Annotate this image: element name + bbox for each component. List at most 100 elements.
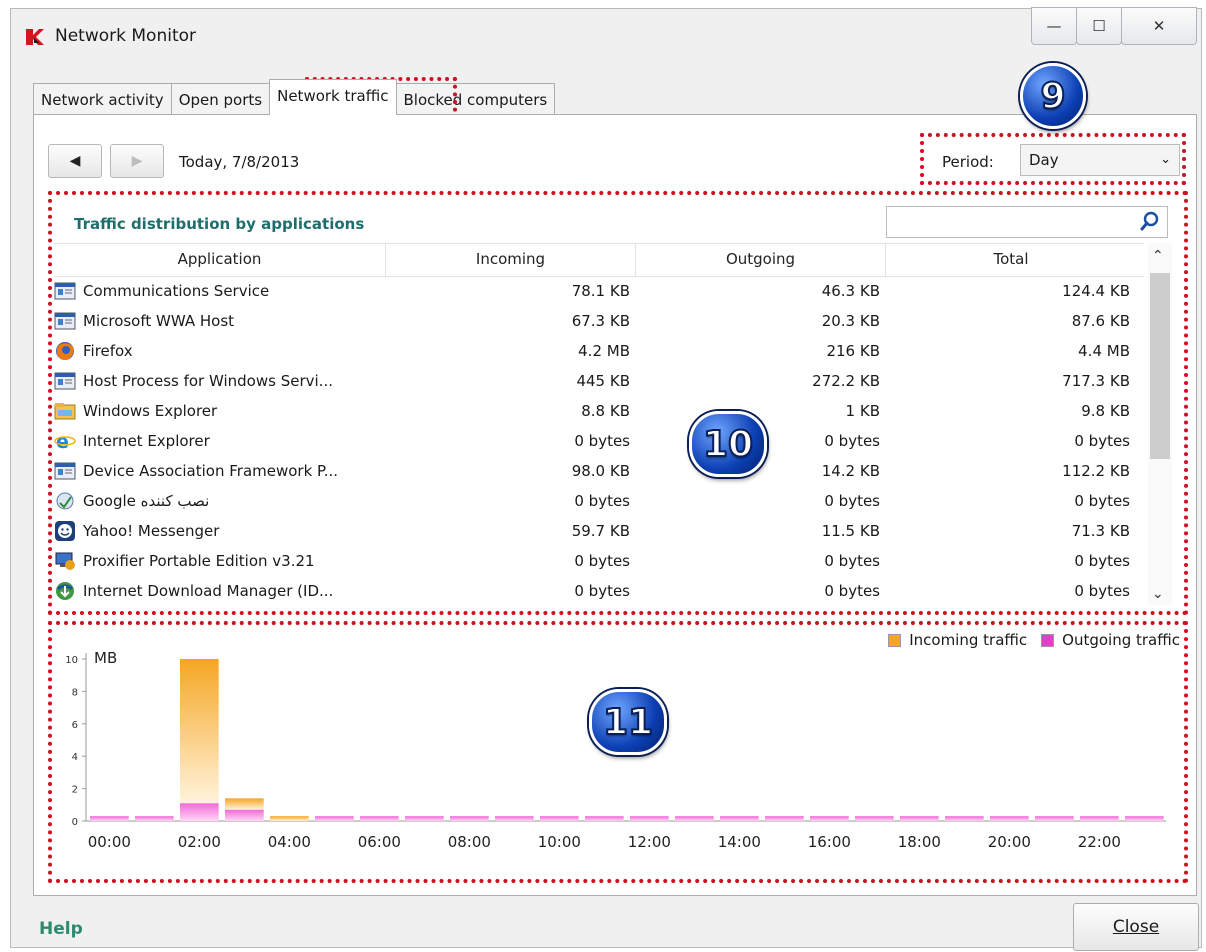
outgoing-bar xyxy=(180,803,219,821)
outgoing-bar xyxy=(630,816,669,821)
outgoing-bar xyxy=(315,816,354,821)
outgoing-bar xyxy=(765,816,804,821)
cell-total: 0 bytes xyxy=(1074,492,1130,510)
current-date-label: Today, 7/8/2013 xyxy=(179,153,300,171)
cell-incoming: 0 bytes xyxy=(574,582,630,600)
scrollbar-thumb[interactable] xyxy=(1150,273,1170,459)
cell-incoming: 78.1 KB xyxy=(571,282,630,300)
proxifier-icon xyxy=(54,551,76,571)
cell-outgoing: 1 KB xyxy=(845,402,880,420)
outgoing-bar xyxy=(540,816,579,821)
cell-incoming: 59.7 KB xyxy=(571,522,630,540)
x-tick-label: 18:00 xyxy=(898,833,941,851)
column-header-total[interactable]: Total xyxy=(886,244,1136,276)
table-row[interactable]: Host Process for Windows Servi... 445 KB 2… xyxy=(54,366,1144,396)
column-header-application[interactable]: Application xyxy=(54,244,386,276)
cell-total: 124.4 KB xyxy=(1062,282,1130,300)
outgoing-bar xyxy=(990,816,1029,821)
help-link[interactable]: Help xyxy=(39,919,83,939)
service-icon xyxy=(54,461,76,481)
table-row[interactable]: Firefox 4.2 MB 216 KB 4.4 MB xyxy=(54,336,1144,366)
cell-outgoing: 46.3 KB xyxy=(821,282,880,300)
outgoing-bar xyxy=(675,816,714,821)
search-icon[interactable] xyxy=(1139,210,1161,232)
cell-incoming: 445 KB xyxy=(576,372,630,390)
application-name: Host Process for Windows Servi... xyxy=(83,372,333,390)
application-name: Proxifier Portable Edition v3.21 xyxy=(83,552,315,570)
tab-network-activity[interactable]: Network activity xyxy=(33,83,172,115)
maximize-button[interactable]: ☐ xyxy=(1076,7,1122,45)
x-tick-label: 10:00 xyxy=(538,833,581,851)
outgoing-bar xyxy=(135,816,174,821)
kaspersky-logo-icon xyxy=(26,29,44,45)
table-row[interactable]: Internet Download Manager (ID... 0 bytes 0… xyxy=(54,576,1144,606)
outgoing-bar xyxy=(495,816,534,821)
y-axis-label: MB xyxy=(94,649,117,667)
y-tick-label: 0 xyxy=(72,817,78,828)
cell-outgoing: 0 bytes xyxy=(824,492,880,510)
minimize-button[interactable]: — xyxy=(1031,7,1077,45)
application-name: Internet Download Manager (ID... xyxy=(83,582,334,600)
cell-incoming: 0 bytes xyxy=(574,492,630,510)
table-row[interactable]: Yahoo! Messenger 59.7 KB 11.5 KB 71.3 KB xyxy=(54,516,1144,546)
x-tick-label: 22:00 xyxy=(1078,833,1121,851)
application-rows: Communications Service 78.1 KB 46.3 KB 124.… xyxy=(54,276,1144,606)
cell-total: 0 bytes xyxy=(1074,582,1130,600)
cell-application: Host Process for Windows Servi... xyxy=(54,371,386,391)
next-period-button[interactable]: ▶ xyxy=(110,144,164,178)
cell-application: Google نصب کننده xyxy=(54,491,386,511)
column-header-outgoing[interactable]: Outgoing xyxy=(636,244,886,276)
cell-application: Internet Download Manager (ID... xyxy=(54,581,386,601)
svg-text:e: e xyxy=(56,431,69,451)
cell-outgoing: 216 KB xyxy=(826,342,880,360)
period-select[interactable]: Day ⌄ xyxy=(1020,144,1180,176)
table-row[interactable]: e Internet Explorer 0 bytes 0 bytes 0 bytes xyxy=(54,426,1144,456)
outgoing-bar xyxy=(720,816,759,821)
callout-marker-11: 11 xyxy=(589,689,667,755)
cell-application: Firefox xyxy=(54,341,386,361)
explorer-icon xyxy=(54,401,76,421)
table-row[interactable]: Google نصب کننده 0 bytes 0 bytes 0 bytes xyxy=(54,486,1144,516)
window-title: Network Monitor xyxy=(55,26,197,46)
application-name: Microsoft WWA Host xyxy=(83,312,235,330)
tab-open-ports[interactable]: Open ports xyxy=(170,83,271,115)
cell-outgoing: 0 bytes xyxy=(824,582,880,600)
cell-application: Windows Explorer xyxy=(54,401,386,421)
close-button[interactable]: Close xyxy=(1073,903,1199,951)
column-header-incoming[interactable]: Incoming xyxy=(386,244,636,276)
y-tick-label: 2 xyxy=(72,785,78,796)
table-row[interactable]: Device Association Framework P... 98.0 KB… xyxy=(54,456,1144,486)
y-tick-label: 8 xyxy=(72,687,78,698)
application-name: Windows Explorer xyxy=(83,402,218,420)
outgoing-bar xyxy=(855,816,894,821)
table-row[interactable]: Windows Explorer 8.8 KB 1 KB 9.8 KB xyxy=(54,396,1144,426)
x-tick-label: 04:00 xyxy=(268,833,311,851)
table-row[interactable]: Communications Service 78.1 KB 46.3 KB 124.… xyxy=(54,276,1144,306)
table-row[interactable]: Proxifier Portable Edition v3.21 0 bytes 0… xyxy=(54,546,1144,576)
window-close-button[interactable]: ✕ xyxy=(1121,7,1197,45)
service-icon xyxy=(54,371,76,391)
cell-application: Microsoft WWA Host xyxy=(54,311,386,331)
tab-bar: Network activity Open ports Network traf… xyxy=(33,79,556,115)
x-tick-label: 14:00 xyxy=(718,833,761,851)
outgoing-bar xyxy=(90,816,129,821)
outgoing-bar xyxy=(1035,816,1074,821)
application-name: Yahoo! Messenger xyxy=(83,522,220,540)
cell-application: e Internet Explorer xyxy=(54,431,386,451)
search-input[interactable] xyxy=(886,206,1168,238)
cell-total: 717.3 KB xyxy=(1062,372,1130,390)
incoming-bar xyxy=(270,816,309,821)
x-tick-label: 12:00 xyxy=(628,833,671,851)
traffic-by-applications-section: Traffic distribution by applications App… xyxy=(48,193,1186,613)
table-row[interactable]: Microsoft WWA Host 67.3 KB 20.3 KB 87.6 KB xyxy=(54,306,1144,336)
outgoing-bar xyxy=(810,816,849,821)
scroll-up-icon[interactable]: ⌃ xyxy=(1152,248,1164,264)
outgoing-bar xyxy=(585,816,624,821)
x-tick-label: 20:00 xyxy=(988,833,1031,851)
tab-blocked-computers[interactable]: Blocked computers xyxy=(395,83,556,115)
previous-period-button[interactable]: ◀ xyxy=(48,144,102,178)
idm-icon xyxy=(54,581,76,601)
application-name: Firefox xyxy=(83,342,133,360)
scroll-down-icon[interactable]: ⌄ xyxy=(1152,586,1164,602)
tab-network-traffic[interactable]: Network traffic xyxy=(269,79,397,115)
